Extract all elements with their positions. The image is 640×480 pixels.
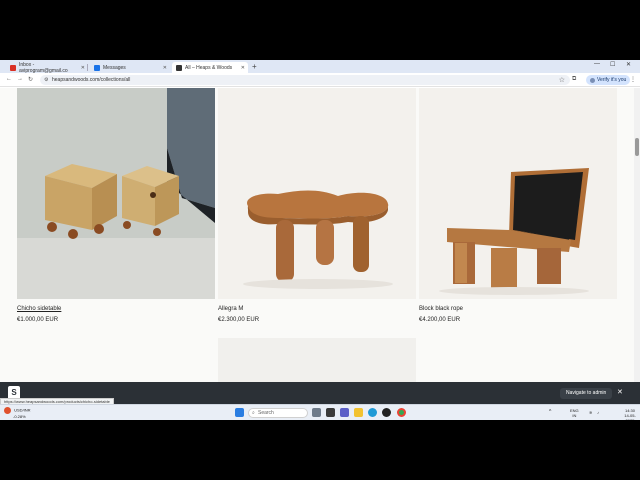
market-icon (4, 407, 11, 414)
taskbar: USD/INR -0.28% ⌕ Search ^ ENG IN ≋ ♪ 14:… (0, 404, 640, 420)
page-scrollbar[interactable] (634, 88, 640, 382)
product-image[interactable] (419, 88, 617, 299)
product-title[interactable]: Allegra M (218, 306, 243, 312)
market-change: -0.28% (13, 414, 26, 419)
clock-date: 14-05-2025 (624, 413, 636, 420)
edge-icon[interactable] (368, 408, 377, 417)
product-image[interactable] (17, 88, 215, 299)
url-text: heapsandwoods.com/collections/all (52, 77, 131, 83)
screen: Inbox - aviprogram@gmail.co ✕ Messages ✕… (0, 60, 640, 420)
task-view-icon[interactable] (312, 408, 321, 417)
close-icon[interactable]: ✕ (617, 388, 623, 396)
product-card[interactable]: Block black rope €4.200,00 EUR (419, 88, 617, 323)
product-price: €1.000,00 EUR (17, 317, 59, 323)
maximize-icon[interactable]: ☐ (610, 61, 615, 68)
scroll-thumb[interactable] (635, 138, 639, 156)
tab-label: Messages (103, 64, 126, 71)
back-icon[interactable]: ← (6, 76, 12, 82)
browser-toolbar: ← → ↻ ⚙ heapsandwoods.com/collections/al… (0, 73, 640, 87)
market-ticker: USD/INR (14, 407, 31, 413)
navigate-to-admin-button[interactable]: Navigate to admin (560, 388, 613, 399)
site-icon (176, 64, 182, 71)
tray-overflow-icon[interactable]: ^ (549, 410, 551, 415)
chrome-icon[interactable] (397, 408, 406, 417)
new-tab-icon[interactable]: + (252, 62, 257, 71)
menu-icon[interactable]: ⋮ (630, 76, 636, 83)
tab-messages[interactable]: Messages ✕ (90, 62, 170, 73)
tab-label: All – Heaps & Woods (185, 64, 233, 71)
teams-icon[interactable] (340, 408, 349, 417)
language-line2: IN (572, 413, 577, 418)
clock[interactable]: 14:30 14-05-2025 (620, 408, 640, 420)
product-card[interactable]: Chicho sidetable €1.000,00 EUR (17, 88, 215, 323)
gmail-icon (10, 64, 16, 71)
reload-icon[interactable]: ↻ (28, 76, 33, 83)
avatar (590, 77, 595, 83)
product-image[interactable] (218, 88, 416, 299)
profile-label: Verify it's you (597, 77, 627, 83)
product-title[interactable]: Chicho sidetable (17, 306, 61, 312)
product-price: €2.300,00 EUR (218, 317, 260, 323)
minimize-icon[interactable]: — (594, 61, 600, 67)
windows-start-icon[interactable] (235, 408, 244, 417)
wifi-icon[interactable]: ≋ (589, 410, 592, 415)
close-tab-icon[interactable]: ✕ (81, 65, 85, 71)
tab-heaps-woods[interactable]: All – Heaps & Woods ✕ (172, 62, 248, 73)
volume-icon[interactable]: ♪ (597, 410, 599, 415)
tab-strip: Inbox - aviprogram@gmail.co ✕ Messages ✕… (0, 60, 640, 74)
address-bar[interactable]: ⚙ heapsandwoods.com/collections/all ☆ (40, 75, 570, 85)
search-icon: ⌕ (252, 410, 255, 416)
close-tab-icon[interactable]: ✕ (163, 65, 167, 71)
close-window-icon[interactable]: ✕ (626, 61, 631, 68)
media-app-icon[interactable] (382, 408, 391, 417)
profile-button[interactable]: Verify it's you (586, 75, 631, 85)
messages-icon (94, 64, 100, 71)
product-title[interactable]: Block black rope (419, 306, 463, 312)
product-grid: Chicho sidetable €1.000,00 EUR Allegra M… (0, 88, 640, 382)
bookmark-star-icon[interactable]: ☆ (559, 76, 565, 84)
taskbar-search[interactable]: ⌕ Search (248, 408, 308, 418)
product-price: €4.200,00 EUR (419, 317, 461, 323)
product-card[interactable]: Allegra M €2.300,00 EUR (218, 88, 416, 323)
tab-label: Inbox - aviprogram@gmail.co (18, 61, 68, 74)
tab-gmail[interactable]: Inbox - aviprogram@gmail.co ✕ (6, 61, 88, 74)
close-tab-icon[interactable]: ✕ (241, 65, 245, 71)
forward-icon[interactable]: → (17, 76, 23, 82)
file-explorer-icon[interactable] (354, 408, 363, 417)
product-image-placeholder[interactable] (218, 338, 416, 382)
site-info-icon[interactable]: ⚙ (44, 77, 48, 83)
search-placeholder: Search (258, 410, 274, 416)
market-widget[interactable]: USD/INR -0.28% (4, 407, 31, 419)
language-indicator[interactable]: ENG IN (570, 408, 579, 418)
extensions-icon[interactable]: ⧉ (572, 76, 576, 83)
widgets-icon[interactable] (326, 408, 335, 417)
tab-separator (87, 64, 88, 71)
